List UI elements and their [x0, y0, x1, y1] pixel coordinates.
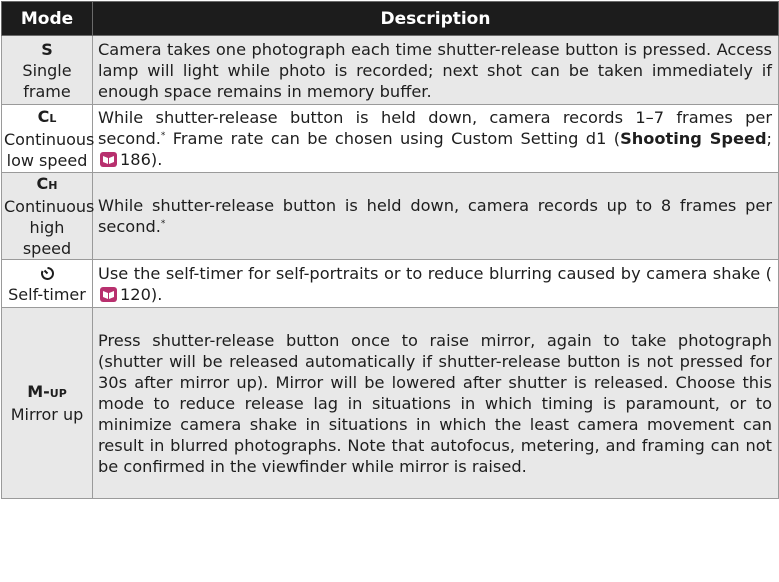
- description-cell: Camera takes one photograph each time sh…: [92, 35, 779, 105]
- self-timer-icon: [40, 266, 54, 280]
- mode-name-line1: Single: [22, 60, 72, 80]
- footnote-marker: *: [160, 219, 166, 229]
- mode-symbol: S: [41, 39, 53, 59]
- mode-name-line2: high speed: [22, 218, 72, 258]
- mode-cell: Self-timer: [1, 259, 93, 308]
- mode-cell: S Single frame: [1, 35, 93, 105]
- mode-cell: CL Continuous low speed: [1, 104, 95, 173]
- mode-symbol: M-UP: [27, 382, 67, 401]
- table-row: CL Continuous low speed While shutter-re…: [1, 104, 779, 173]
- release-mode-table: Mode Description S Single frame Camera t…: [1, 1, 779, 499]
- mode-cell: CH Continuous high speed: [1, 172, 95, 260]
- page-reference-icon: [100, 152, 117, 167]
- header-description: Description: [92, 1, 779, 36]
- description-cell: While shutter-release button is held dow…: [92, 104, 779, 173]
- table-header: Mode Description: [1, 1, 779, 36]
- mode-cell: M-UP Mirror up: [1, 307, 93, 499]
- menu-term: Shooting Speed: [620, 129, 767, 148]
- mode-name-line1: Self-timer: [8, 284, 86, 304]
- table-row: M-UP Mirror up Press shutter-release but…: [1, 307, 779, 499]
- mode-name-line1: Continuous: [4, 197, 95, 216]
- table-row: Self-timer Use the self-timer for self-p…: [1, 259, 779, 308]
- mode-name-line1: Mirror up: [10, 405, 84, 424]
- mode-name-line1: Continuous: [4, 130, 95, 149]
- table-row: S Single frame Camera takes one photogra…: [1, 35, 779, 105]
- mode-symbol: CH: [36, 174, 58, 193]
- page-reference-icon: [100, 286, 117, 302]
- mode-symbol: CL: [37, 107, 57, 126]
- table-row: CH Continuous high speed While shutter-r…: [1, 172, 779, 260]
- mode-name-line2: frame: [23, 81, 71, 101]
- mode-symbol: [4, 263, 90, 284]
- description-cell: Press shutter-release button once to rai…: [92, 307, 779, 499]
- description-cell: While shutter-release button is held dow…: [92, 172, 779, 260]
- mode-name-line2: low speed: [6, 151, 88, 170]
- description-cell: Use the self-timer for self-portraits or…: [92, 259, 779, 308]
- header-mode: Mode: [1, 1, 93, 36]
